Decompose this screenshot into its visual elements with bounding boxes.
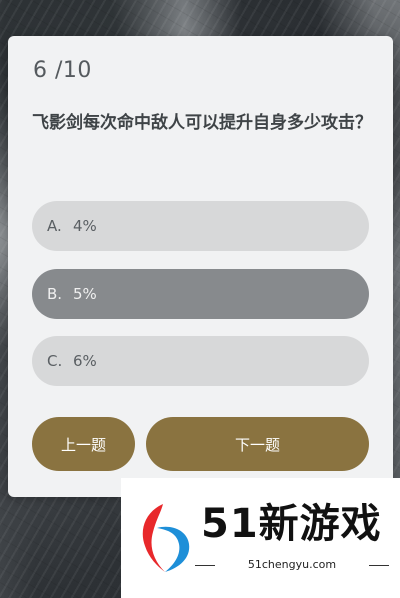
option-letter: A. — [47, 217, 62, 235]
option-text: 5% — [73, 285, 97, 303]
brand-logo-icon — [142, 504, 190, 572]
option-c[interactable]: C. 6% — [32, 336, 369, 386]
option-letter: C. — [47, 352, 63, 370]
option-text: 4% — [73, 217, 97, 235]
quiz-card: 6 /10 飞影剑每次命中敌人可以提升自身多少攻击？ A. 4% B. 5% C… — [8, 36, 393, 497]
option-letter: B. — [47, 285, 63, 303]
site-watermark: 51新游戏 51chengyu.com — [121, 478, 400, 598]
next-question-button[interactable]: 下一题 — [146, 417, 369, 471]
option-a[interactable]: A. 4% — [32, 201, 369, 251]
option-text: 6% — [73, 352, 97, 370]
brand-url: 51chengyu.com — [195, 558, 389, 571]
prev-question-button[interactable]: 上一题 — [32, 417, 135, 471]
option-b[interactable]: B. 5% — [32, 269, 369, 319]
brand-name: 51新游戏 — [201, 501, 382, 547]
question-text: 飞影剑每次命中敌人可以提升自身多少攻击？ — [32, 113, 372, 133]
question-progress: 6 /10 — [33, 58, 92, 83]
